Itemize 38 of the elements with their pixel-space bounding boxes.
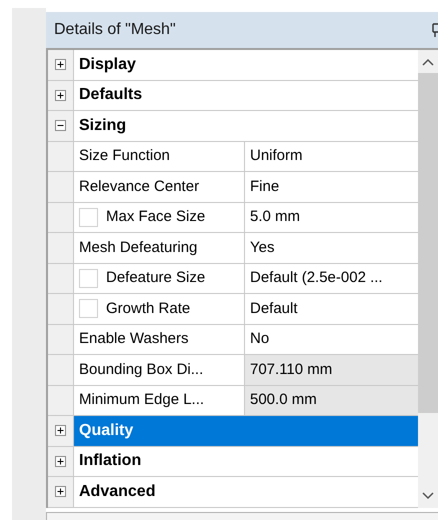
- collapse-icon[interactable]: [55, 120, 66, 132]
- property-value[interactable]: Yes: [245, 233, 418, 262]
- property-value[interactable]: Default (2.5e-002 ...: [245, 264, 418, 293]
- property-label: Mesh Defeaturing: [79, 238, 198, 258]
- scroll-thumb[interactable]: [418, 73, 438, 413]
- property-label: Growth Rate: [106, 298, 190, 318]
- expand-icon[interactable]: [55, 425, 66, 436]
- property-value[interactable]: Default: [245, 294, 418, 324]
- property-value[interactable]: Uniform: [245, 142, 418, 171]
- pin-icon[interactable]: [432, 23, 438, 37]
- section-row[interactable]: Quality: [73, 416, 418, 446]
- property-label: Minimum Edge L...: [79, 390, 204, 410]
- property-label: Size Function: [79, 146, 170, 166]
- section-row[interactable]: Display: [73, 50, 418, 80]
- property-label: Relevance Center: [79, 176, 200, 196]
- checkbox[interactable]: [79, 208, 98, 227]
- expand-icon[interactable]: [55, 90, 66, 101]
- panel-title: Details of "Mesh": [54, 20, 176, 40]
- expand-icon[interactable]: [55, 59, 66, 70]
- property-label: Max Face Size: [106, 207, 206, 227]
- scroll-up-icon[interactable]: [422, 58, 434, 66]
- property-label: Enable Washers: [79, 329, 188, 349]
- property-value[interactable]: Fine: [245, 172, 418, 202]
- property-value[interactable]: No: [245, 324, 418, 354]
- checkbox[interactable]: [79, 299, 98, 318]
- section-row[interactable]: Sizing: [73, 111, 418, 140]
- section-row[interactable]: Inflation: [73, 446, 418, 476]
- property-label: Bounding Box Di...: [79, 360, 204, 380]
- property-label: Defeature Size: [106, 268, 206, 288]
- section-row[interactable]: Advanced: [73, 477, 418, 506]
- checkbox[interactable]: [79, 268, 98, 288]
- section-row[interactable]: Defaults: [73, 80, 418, 110]
- expand-icon[interactable]: [55, 486, 66, 498]
- property-value: 707.110 mm: [245, 355, 418, 384]
- scroll-down-icon[interactable]: [422, 492, 434, 500]
- property-value: 500.0 mm: [245, 386, 418, 415]
- property-value[interactable]: 5.0 mm: [245, 202, 418, 232]
- expand-icon[interactable]: [55, 456, 66, 467]
